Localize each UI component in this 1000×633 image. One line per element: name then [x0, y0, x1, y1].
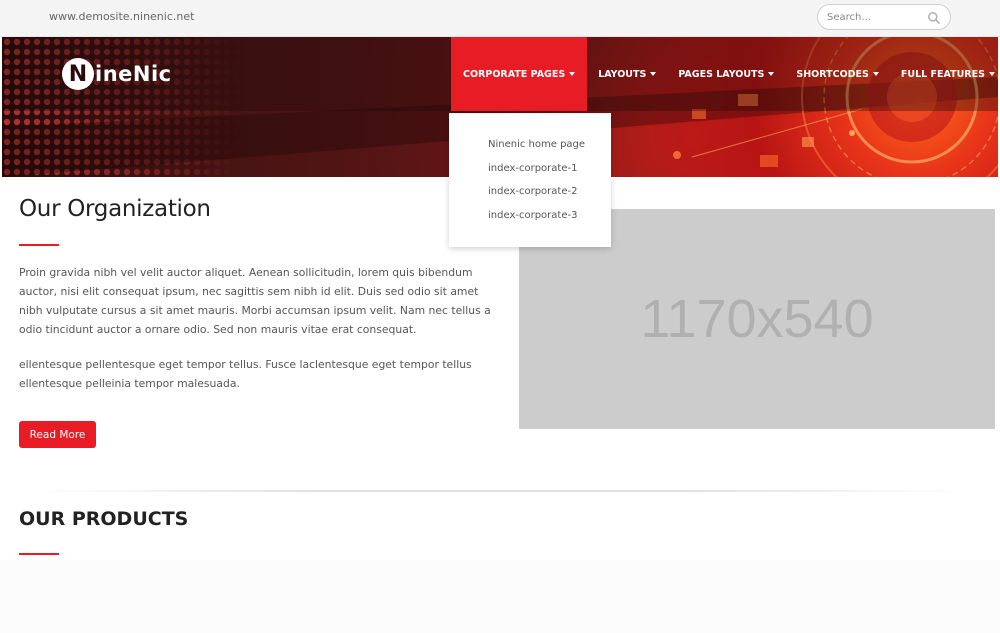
nav-item-full-features[interactable]: FULL FEATURES	[890, 37, 998, 111]
logo[interactable]: N ineNic	[62, 57, 172, 91]
products-title-bold: OUR	[19, 508, 66, 530]
nav-item-label: CORPORATE PAGES	[463, 68, 566, 80]
caret-down-icon	[988, 72, 995, 76]
read-more-button[interactable]: Read More	[19, 421, 96, 448]
search-icon[interactable]	[927, 11, 941, 25]
nav-item-pages-layouts[interactable]: PAGES LAYOUTS	[667, 37, 785, 111]
nav-item-label: PAGES LAYOUTS	[678, 68, 765, 80]
dropdown-item-index-corporate-2[interactable]: index-corporate-2	[488, 186, 577, 197]
title-underline	[19, 553, 59, 555]
organization-paragraph-2: ellentesque pellentesque eget tempor tel…	[19, 358, 472, 390]
nav-item-label: FULL FEATURES	[900, 68, 985, 80]
site-url: www.demosite.ninenic.net	[49, 10, 195, 23]
products-area	[0, 560, 1000, 633]
nav-item-corporate-pages[interactable]: CORPORATE PAGES	[451, 37, 588, 111]
organization-paragraph-1: Proin gravida nibh vel velit auctor aliq…	[19, 266, 491, 336]
title-underline	[19, 244, 59, 246]
logo-mark: N	[62, 58, 94, 90]
dropdown-item-index-corporate-3[interactable]: index-corporate-3	[488, 210, 577, 221]
caret-down-icon	[768, 72, 775, 76]
products-title-rest: PRODUCTS	[71, 508, 189, 530]
caret-down-icon	[569, 72, 576, 76]
placeholder-image-label: 1170x540	[640, 289, 874, 349]
section-title-organization: Our Organization	[19, 196, 211, 222]
search-input[interactable]	[827, 10, 927, 25]
section-divider	[30, 490, 970, 492]
nav-item-label: SHORTCODES	[796, 68, 869, 80]
page: www.demosite.ninenic.net Search... N ine…	[0, 0, 1000, 633]
dropdown-item-index-corporate-1[interactable]: index-corporate-1	[488, 163, 577, 174]
search-box[interactable]	[817, 4, 951, 30]
nav-item-label: LAYOUTS	[598, 68, 647, 80]
nav-item-layouts[interactable]: LAYOUTS	[587, 37, 667, 111]
main-nav: CORPORATE PAGES LAYOUTS PAGES LAYOUTS SH…	[451, 37, 998, 111]
caret-down-icon	[872, 72, 879, 76]
top-bar: www.demosite.ninenic.net	[0, 0, 1000, 37]
dropdown-item-ninenic-home[interactable]: Ninenic home page	[488, 139, 585, 150]
logo-text: ineNic	[95, 62, 172, 86]
nav-item-shortcodes[interactable]: SHORTCODES	[785, 37, 890, 111]
section-title-products: OUR PRODUCTS	[19, 508, 188, 530]
corporate-pages-dropdown: Ninenic home page index-corporate-1 inde…	[449, 113, 611, 247]
caret-down-icon	[650, 72, 657, 76]
